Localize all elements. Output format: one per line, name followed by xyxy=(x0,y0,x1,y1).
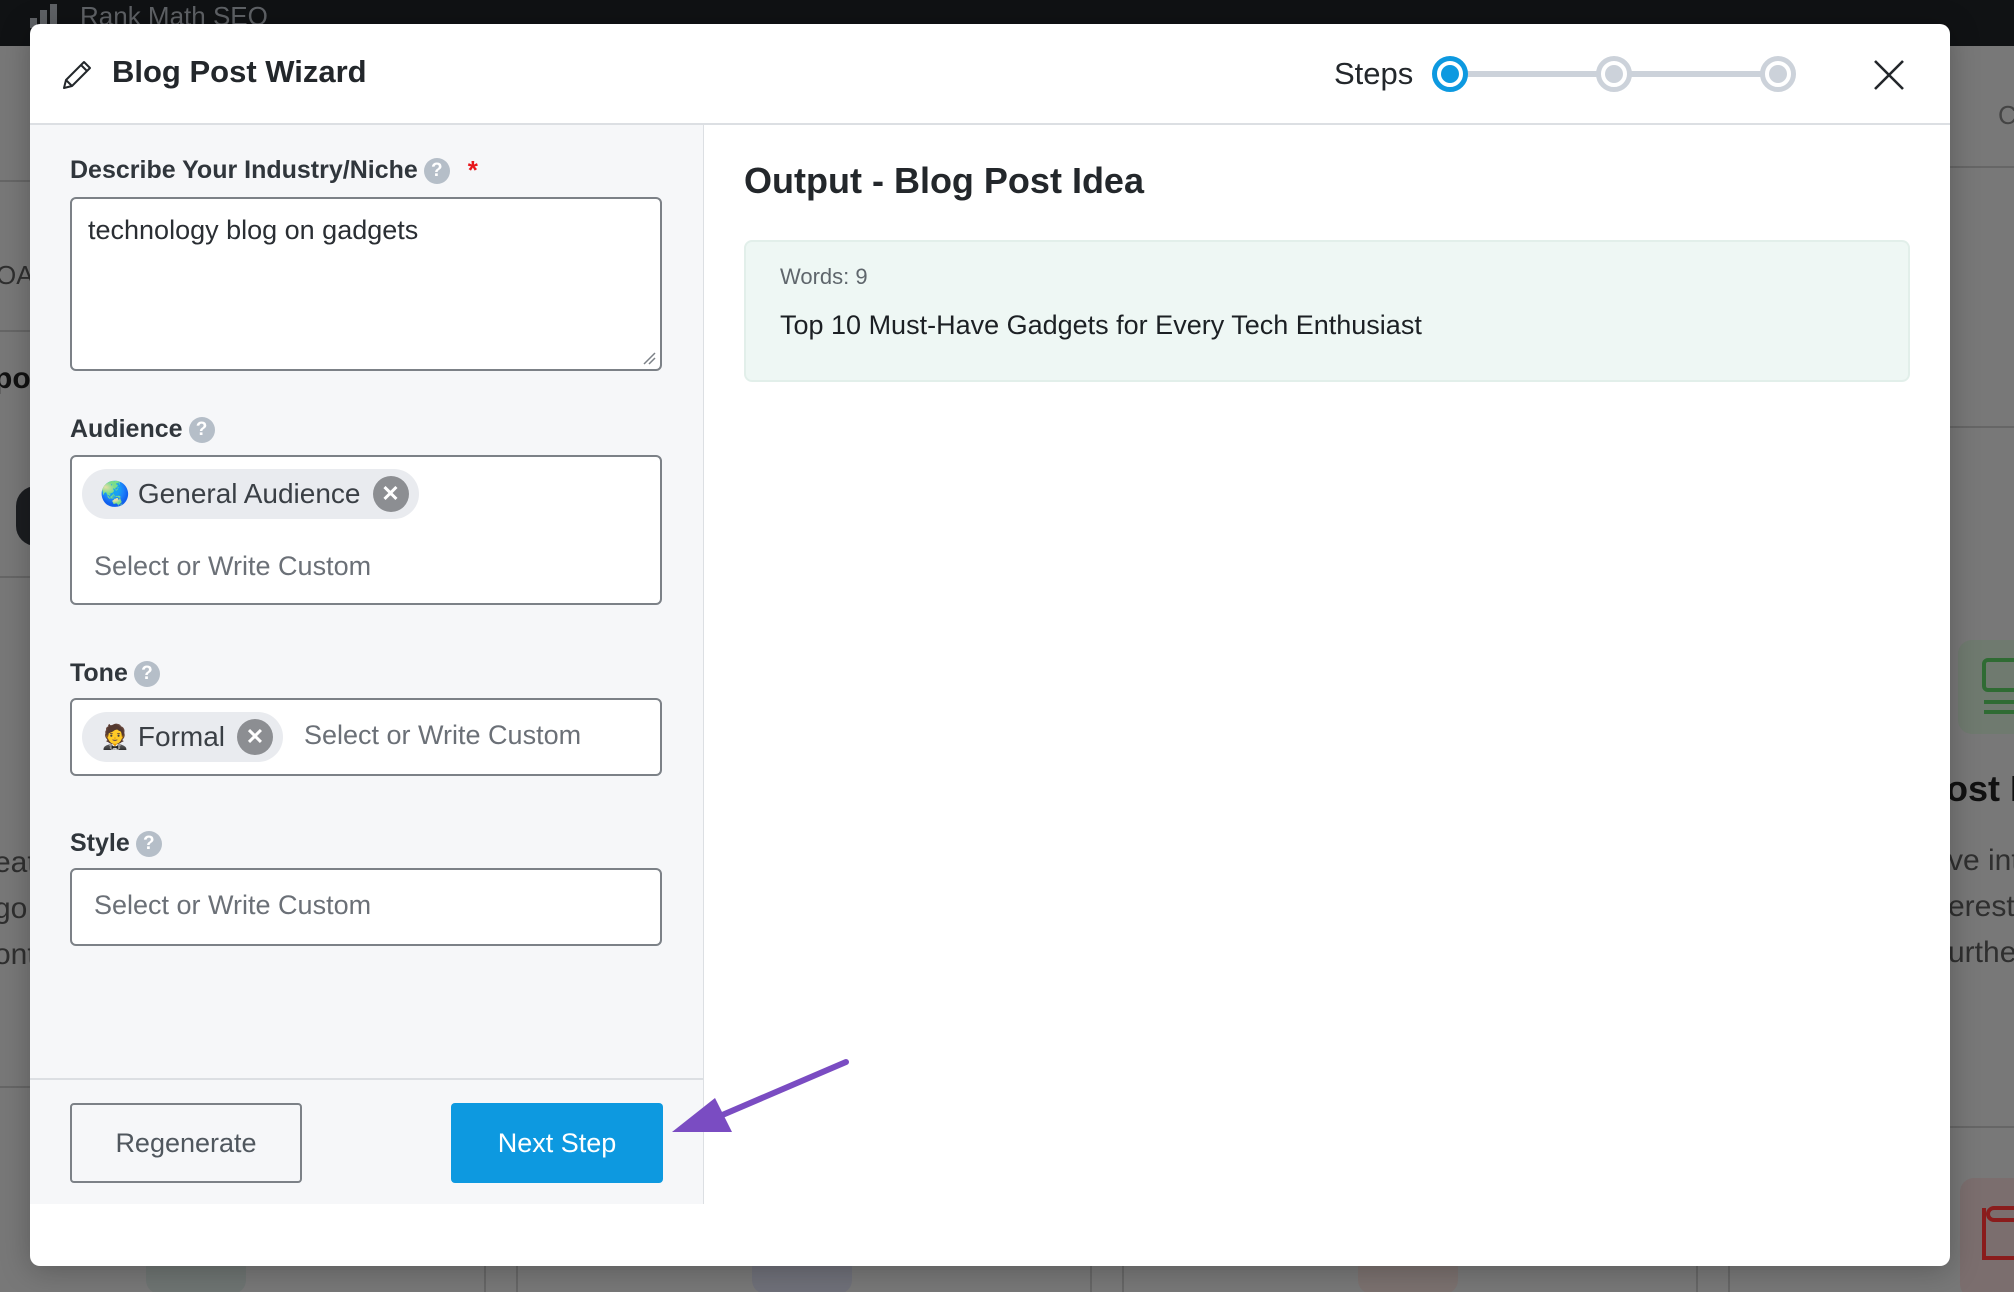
bg-fragment: erest, xyxy=(1948,890,2014,923)
bg-tile-red xyxy=(1960,1178,2014,1292)
remove-chip-icon[interactable]: ✕ xyxy=(237,719,274,755)
remove-chip-icon[interactable]: ✕ xyxy=(372,476,409,512)
required-marker: * xyxy=(467,155,478,185)
chip-label: General Audience xyxy=(137,478,361,509)
tone-multiselect[interactable]: 🤵 Formal ✕ Select or Write Custom xyxy=(70,698,662,776)
globe-icon: 🌏 xyxy=(100,480,130,508)
person-in-tuxedo-icon: 🤵 xyxy=(100,723,130,751)
audience-label: Audience ? xyxy=(70,415,215,444)
word-count: Words: 9 xyxy=(780,264,868,289)
output-title: Output - Blog Post Idea xyxy=(744,160,1144,201)
step-progress xyxy=(1432,54,1812,94)
tone-input-placeholder[interactable]: Select or Write Custom xyxy=(304,720,581,751)
chip-label: Formal xyxy=(137,721,226,752)
help-icon[interactable]: ? xyxy=(188,416,215,443)
step-1-indicator[interactable] xyxy=(1432,56,1468,92)
wizard-form-panel: Describe Your Industry/Niche ? * technol… xyxy=(30,125,704,1204)
bg-fragment: ve int xyxy=(1948,844,2014,877)
footer-divider xyxy=(30,1078,704,1080)
niche-textarea[interactable]: technology blog on gadgets xyxy=(70,197,662,371)
bg-tile-green xyxy=(1958,640,2014,734)
regenerate-button[interactable]: Regenerate xyxy=(70,1103,302,1183)
tone-label: Tone ? xyxy=(70,659,160,688)
output-text[interactable]: Top 10 Must-Have Gadgets for Every Tech … xyxy=(780,310,1422,341)
audience-chip: 🌏 General Audience ✕ xyxy=(82,469,419,519)
step-3-indicator[interactable] xyxy=(1760,56,1796,92)
style-multiselect[interactable]: Select or Write Custom xyxy=(70,868,662,946)
niche-label: Describe Your Industry/Niche ? * xyxy=(70,155,478,186)
style-label: Style ? xyxy=(70,829,162,858)
audience-label-text: Audience xyxy=(70,415,183,443)
steps-label: Steps xyxy=(1334,56,1414,91)
next-step-button[interactable]: Next Step xyxy=(451,1103,663,1183)
resize-handle-icon[interactable] xyxy=(642,351,656,365)
bg-fragment: ost In xyxy=(1946,768,2014,809)
audience-multiselect[interactable]: 🌏 General Audience ✕ Select or Write Cus… xyxy=(70,455,662,605)
output-card: Words: 9 Top 10 Must-Have Gadgets for Ev… xyxy=(744,240,1910,382)
tone-label-text: Tone xyxy=(70,659,128,687)
monitor-icon xyxy=(1982,658,2014,714)
niche-label-text: Describe Your Industry/Niche xyxy=(70,156,418,184)
bg-fragment: OA xyxy=(0,260,34,290)
style-label-text: Style xyxy=(70,829,130,857)
tone-chip: 🤵 Formal ✕ xyxy=(82,712,284,762)
document-icon xyxy=(1982,1206,2014,1260)
modal-title: Blog Post Wizard xyxy=(112,54,367,89)
help-icon[interactable]: ? xyxy=(133,660,160,687)
annotation-arrow-icon xyxy=(672,1059,849,1132)
step-2-indicator[interactable] xyxy=(1596,56,1632,92)
close-icon[interactable] xyxy=(1872,58,1906,92)
bg-fragment: urthe xyxy=(1948,936,2014,969)
bg-fragment: po xyxy=(0,362,31,395)
modal-header: Blog Post Wizard Steps xyxy=(30,24,1950,125)
help-icon[interactable]: ? xyxy=(135,830,162,857)
bg-fragment: C xyxy=(1998,100,2014,130)
blog-post-wizard-modal: Blog Post Wizard Steps Describe Your Ind… xyxy=(30,24,1950,1266)
style-input-placeholder[interactable]: Select or Write Custom xyxy=(94,890,371,921)
pencil-icon xyxy=(63,61,91,89)
help-icon[interactable]: ? xyxy=(423,157,450,184)
audience-input-placeholder[interactable]: Select or Write Custom xyxy=(94,551,371,582)
